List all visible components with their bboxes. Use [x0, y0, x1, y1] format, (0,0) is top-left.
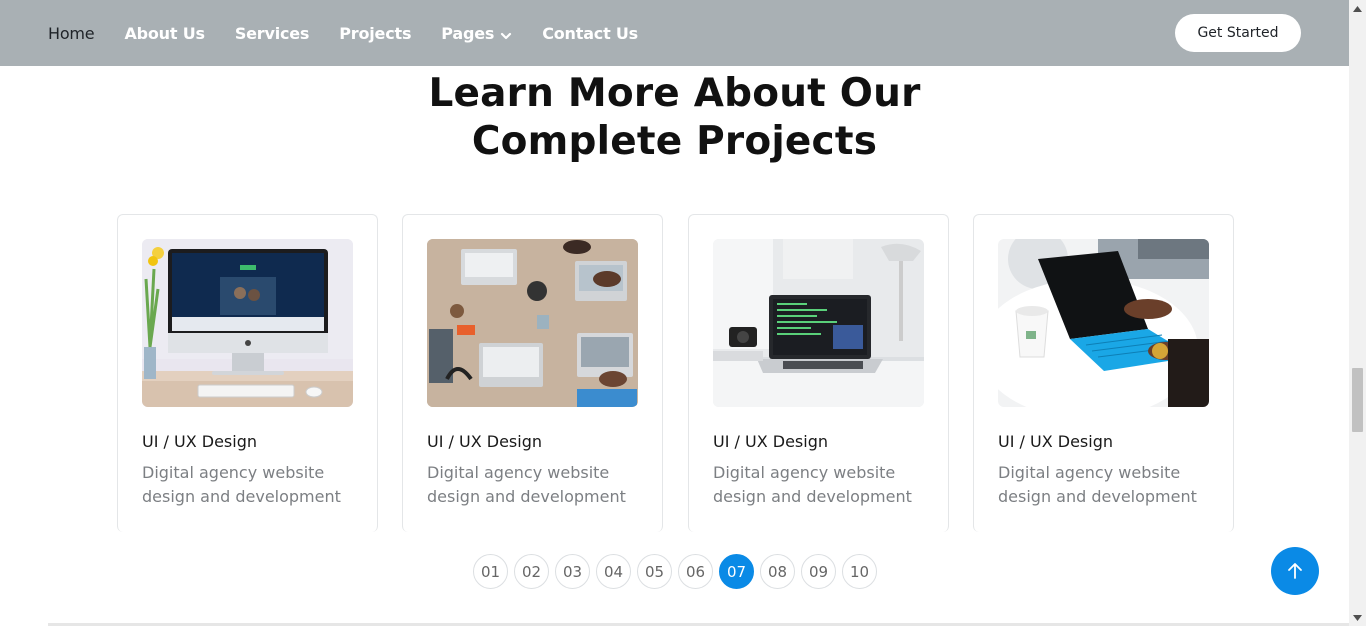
main-nav: Home About Us Services Projects Pages Co… — [48, 0, 668, 66]
card-description: Digital agency website design and develo… — [713, 463, 912, 506]
nav-about-us[interactable]: About Us — [124, 23, 205, 43]
team-laptops-table-photo-icon — [427, 239, 638, 407]
card-title: UI / UX Design — [998, 432, 1113, 451]
back-to-top-button[interactable] — [1271, 547, 1319, 595]
nav-services-label: Services — [234, 23, 310, 43]
page-button[interactable]: 02 — [514, 554, 549, 589]
imac-desk-photo-icon — [142, 239, 353, 407]
card-title: UI / UX Design — [427, 432, 542, 451]
scroll-down-arrow-icon[interactable] — [1349, 609, 1366, 626]
card-description: Digital agency website design and develo… — [427, 463, 626, 506]
page-button[interactable]: 09 — [801, 554, 836, 589]
nav-pages-label: Pages — [441, 23, 495, 43]
project-card[interactable]: UI / UX Design Digital agency website de… — [688, 214, 949, 532]
page-button-active[interactable]: 07 — [719, 554, 754, 589]
arrow-up-icon — [1288, 563, 1302, 579]
nav-projects[interactable]: Projects — [339, 24, 411, 43]
scroll-up-arrow-icon[interactable] — [1349, 0, 1366, 17]
page-scrollbar[interactable] — [1349, 0, 1366, 626]
project-card[interactable]: UI / UX Design Digital agency website de… — [117, 214, 378, 532]
site-header: Home About Us Services Projects Pages Co… — [0, 0, 1349, 66]
card-title: UI / UX Design — [142, 432, 257, 451]
nav-contact-us-label: Contact Us — [542, 23, 639, 43]
project-card[interactable]: UI / UX Design Digital agency website de… — [402, 214, 663, 532]
page-button[interactable]: 06 — [678, 554, 713, 589]
nav-home[interactable]: Home — [48, 23, 95, 43]
card-title: UI / UX Design — [713, 432, 828, 451]
page-button[interactable]: 03 — [555, 554, 590, 589]
nav-about-us-label: About Us — [124, 23, 205, 43]
page-button[interactable]: 10 — [842, 554, 877, 589]
page-button[interactable]: 08 — [760, 554, 795, 589]
nav-services[interactable]: Services — [234, 23, 310, 43]
laptop-code-desk-photo-icon — [713, 239, 924, 407]
page-button[interactable]: 04 — [596, 554, 631, 589]
pagination: 01 02 03 04 05 06 07 08 09 10 — [473, 554, 883, 589]
nav-projects-label: Projects — [339, 23, 412, 43]
get-started-button[interactable]: Get Started — [1175, 14, 1301, 52]
card-description: Digital agency website design and develo… — [142, 463, 341, 506]
page-button[interactable]: 01 — [473, 554, 508, 589]
card-description: Digital agency website design and develo… — [998, 463, 1197, 506]
heading-line-1: Learn More About Our — [428, 71, 921, 116]
heading-line-2: Complete Projects — [471, 119, 878, 164]
project-card[interactable]: UI / UX Design Digital agency website de… — [973, 214, 1234, 532]
page-button[interactable]: 05 — [637, 554, 672, 589]
section-heading: Learn More About Our Complete Projects — [0, 70, 1349, 166]
chevron-down-icon — [500, 27, 512, 40]
scrollbar-thumb[interactable] — [1352, 368, 1363, 432]
nav-home-label: Home — [48, 23, 95, 43]
nav-contact-us[interactable]: Contact Us — [542, 24, 638, 43]
nav-pages-dropdown[interactable]: Pages — [441, 24, 512, 43]
blue-tablet-typing-photo-icon — [998, 239, 1209, 407]
